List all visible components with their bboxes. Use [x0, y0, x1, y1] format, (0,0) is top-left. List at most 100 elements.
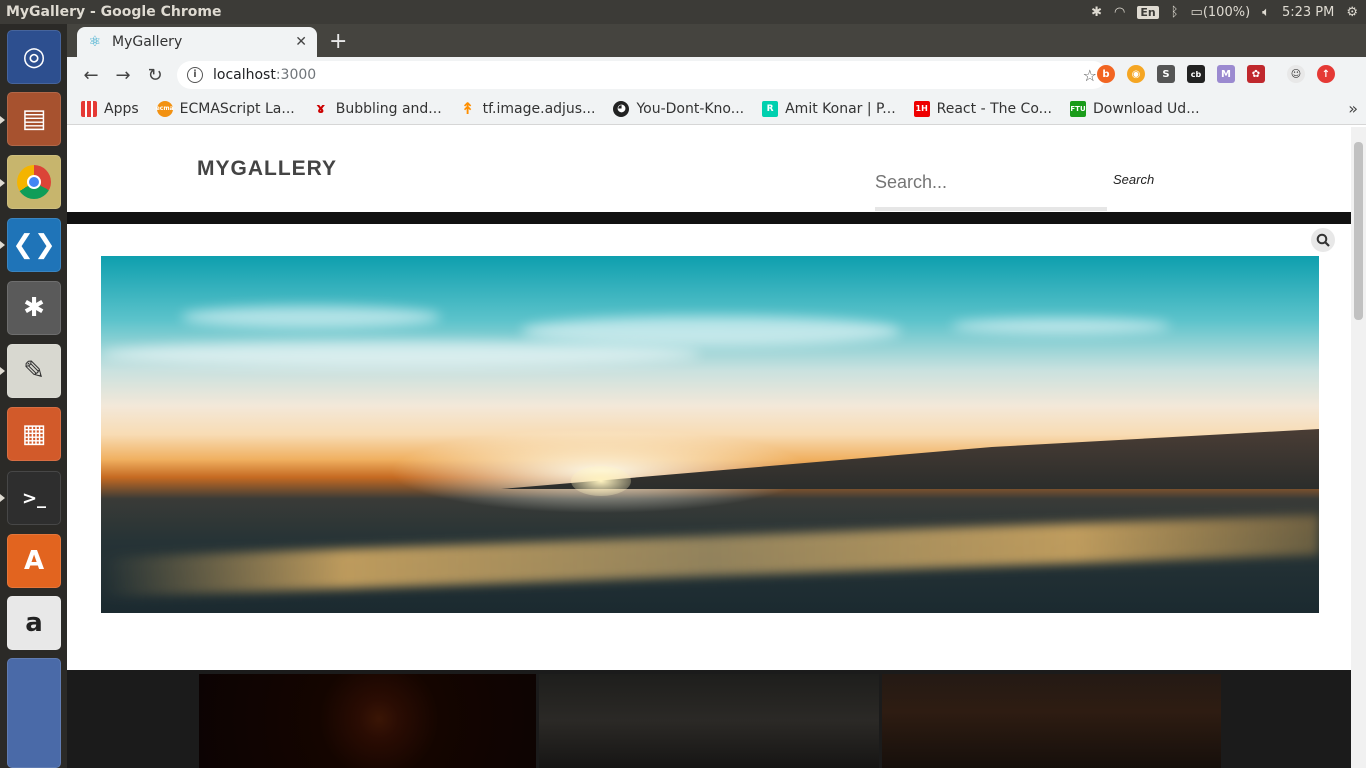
- volume-icon[interactable]: 🔈︎: [1262, 5, 1270, 20]
- files-icon[interactable]: ▤: [7, 92, 61, 146]
- stacked-apps-icon[interactable]: [7, 658, 61, 768]
- sun-glow: [571, 466, 631, 496]
- site-header: MYGALLERY Search: [67, 127, 1351, 212]
- bookmark-label: tf.image.adjus...: [482, 100, 596, 117]
- chrome-icon[interactable]: [7, 155, 61, 209]
- bookmarks-bar: Apps ecma ECMAScript La... ɤ Bubbling an…: [67, 93, 1366, 125]
- scrollbar-thumb[interactable]: [1354, 142, 1363, 320]
- bookmark-label: Amit Konar | P...: [785, 100, 896, 117]
- running-indicator: [0, 179, 5, 187]
- new-tab-button[interactable]: +: [329, 29, 347, 54]
- software-center-icon[interactable]: A: [7, 534, 61, 588]
- wifi-icon[interactable]: ◠: [1114, 5, 1125, 20]
- running-indicator: [0, 116, 5, 124]
- tab-title: MyGallery: [112, 34, 183, 50]
- search-input[interactable]: [875, 157, 1107, 211]
- bookmark-label: React - The Co...: [936, 100, 1053, 117]
- browser-toolbar: ← → ↻ i localhost:3000 ☆ b ◉ S cb M ✿ ☺ …: [67, 57, 1366, 93]
- reload-icon[interactable]: ↻: [139, 65, 171, 86]
- bookmark-download-ud[interactable]: FTU Download Ud...: [1070, 100, 1200, 117]
- tab-strip: ⚛ MyGallery ✕ +: [67, 24, 1366, 57]
- tab-mygallery[interactable]: ⚛ MyGallery ✕: [77, 27, 317, 57]
- extension-b-icon[interactable]: b: [1097, 65, 1115, 83]
- running-indicator: [0, 367, 5, 375]
- os-top-panel: MyGallery - Google Chrome ✱ ◠ En ᛒ ▭(100…: [0, 0, 1366, 24]
- gallery-thumbnail[interactable]: [539, 674, 879, 768]
- gallery-thumbnail[interactable]: [882, 674, 1221, 768]
- close-tab-icon[interactable]: ✕: [295, 34, 307, 50]
- cloud: [951, 318, 1171, 334]
- bookmark-react[interactable]: 1H React - The Co...: [913, 100, 1053, 117]
- clock[interactable]: 5:23 PM: [1282, 5, 1334, 20]
- battery-icon: ▭: [1190, 4, 1203, 20]
- person-icon: ɤ: [316, 100, 326, 117]
- page-viewport: MYGALLERY Search: [67, 127, 1366, 768]
- battery-indicator[interactable]: ▭(100%): [1191, 5, 1251, 20]
- bookmark-label: Bubbling and...: [335, 100, 442, 117]
- bluetooth-icon[interactable]: ᛒ: [1171, 5, 1179, 20]
- bookmark-amit-konar[interactable]: R Amit Konar | P...: [762, 100, 896, 117]
- ecma-icon: ecma: [156, 100, 174, 117]
- extension-cb-icon[interactable]: cb: [1187, 65, 1205, 83]
- impress-icon[interactable]: ▦: [7, 407, 61, 461]
- extension-glasses-icon[interactable]: ◉: [1127, 65, 1145, 83]
- gallery-thumbnail[interactable]: [199, 674, 536, 768]
- extension-red-icon[interactable]: ✿: [1247, 65, 1265, 83]
- cloud: [101, 341, 701, 367]
- ftu-icon: FTU: [1070, 100, 1087, 117]
- search-button[interactable]: Search: [1113, 172, 1154, 187]
- site-info-icon[interactable]: i: [187, 67, 203, 83]
- github-icon: ◕: [613, 100, 630, 117]
- slack-icon[interactable]: ✱: [7, 281, 61, 335]
- extension-s-icon[interactable]: S: [1157, 65, 1175, 83]
- featured-image-section: [67, 224, 1351, 670]
- bookmark-label: Download Ud...: [1093, 100, 1200, 117]
- tensorflow-icon: ↟: [460, 99, 475, 118]
- update-icon[interactable]: ↑: [1317, 65, 1335, 83]
- settings-gear-icon[interactable]: ⚙: [1346, 5, 1358, 20]
- bookmark-ecmascript[interactable]: ecma ECMAScript La...: [156, 100, 295, 117]
- researchgate-icon: R: [762, 100, 779, 117]
- header-divider-bar: [67, 212, 1351, 224]
- cloud: [181, 306, 441, 328]
- react-icon: 1H: [913, 100, 930, 117]
- zoom-magnifier-icon[interactable]: [1311, 228, 1335, 252]
- amazon-icon[interactable]: a: [7, 596, 61, 650]
- slack-tray-icon[interactable]: ✱: [1091, 5, 1102, 20]
- bookmark-tf-image[interactable]: ↟ tf.image.adjus...: [460, 99, 596, 118]
- keyboard-layout-indicator[interactable]: En: [1137, 5, 1159, 19]
- back-icon[interactable]: ←: [75, 65, 107, 86]
- extensions-area: b ◉ S cb M ✿ ☺ ↑: [1097, 65, 1335, 83]
- url-host: localhost: [213, 67, 276, 83]
- window-title: MyGallery - Google Chrome: [6, 4, 222, 20]
- page-scrollbar[interactable]: [1351, 127, 1366, 768]
- react-icon: ⚛: [88, 34, 102, 50]
- bookmark-star-icon[interactable]: ☆: [1083, 66, 1097, 85]
- bookmark-apps[interactable]: Apps: [81, 100, 139, 117]
- ubuntu-dash-icon[interactable]: ◎: [7, 30, 61, 84]
- terminal-icon[interactable]: >_: [7, 471, 61, 525]
- running-indicator: [0, 241, 5, 249]
- bookmark-label: ECMAScript La...: [179, 100, 295, 117]
- more-bookmarks-chevron-icon[interactable]: »: [1348, 99, 1358, 118]
- bookmark-bubbling[interactable]: ɤ Bubbling and...: [313, 100, 442, 117]
- running-indicator: [0, 494, 5, 502]
- bookmark-label: Apps: [104, 100, 139, 117]
- extension-m-icon[interactable]: M: [1217, 65, 1235, 83]
- site-brand[interactable]: MYGALLERY: [197, 157, 337, 181]
- unity-launcher: ◎ ▤ ❮❯ ✱ ✎ ▦ >_ A a: [0, 24, 67, 768]
- browser-window: ⚛ MyGallery ✕ + ← → ↻ i localhost:3000 ☆…: [67, 24, 1366, 768]
- cloud: [521, 316, 901, 346]
- apps-grid-icon: [81, 100, 97, 117]
- url-port: :3000: [275, 67, 317, 83]
- address-bar[interactable]: i localhost:3000 ☆: [177, 61, 1107, 89]
- city-lights: [101, 514, 1319, 598]
- vscode-icon[interactable]: ❮❯: [7, 218, 61, 272]
- battery-percent: (100%): [1202, 4, 1251, 20]
- profile-avatar[interactable]: ☺: [1287, 65, 1305, 83]
- text-editor-icon[interactable]: ✎: [7, 344, 61, 398]
- bookmark-you-dont-know[interactable]: ◕ You-Dont-Kno...: [613, 100, 745, 117]
- forward-icon[interactable]: →: [107, 65, 139, 86]
- bookmark-label: You-Dont-Kno...: [636, 100, 745, 117]
- featured-sunset-image[interactable]: [101, 256, 1319, 613]
